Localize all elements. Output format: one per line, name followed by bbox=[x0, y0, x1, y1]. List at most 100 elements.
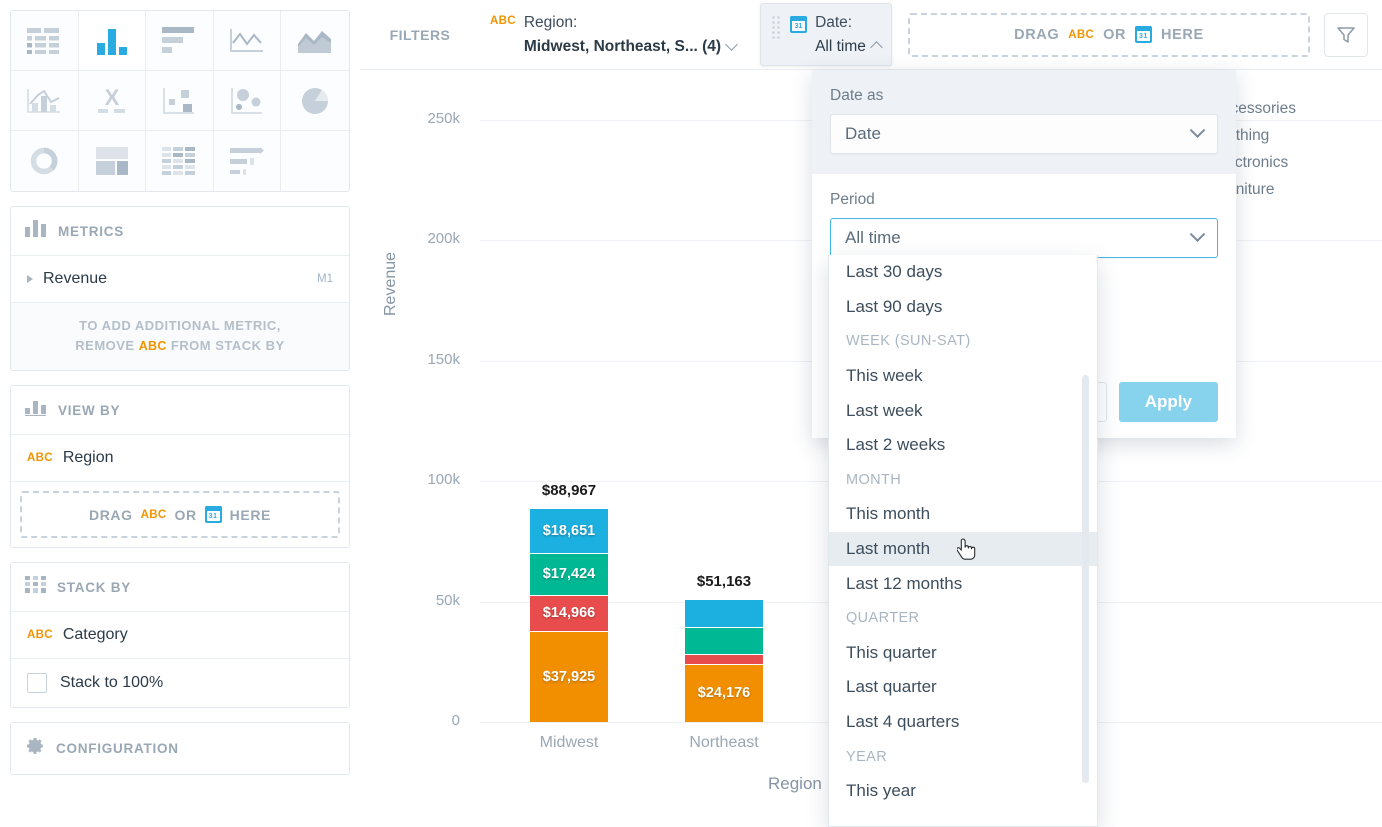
date-as-section: Date as Date bbox=[812, 70, 1236, 174]
date-filter-value: All time bbox=[815, 38, 866, 55]
metrics-hint-remove: REMOVE bbox=[75, 338, 134, 353]
chevron-right-icon[interactable] bbox=[27, 275, 33, 283]
period-option[interactable]: This quarter bbox=[829, 636, 1097, 671]
bar-segment[interactable]: $37,925 bbox=[530, 631, 608, 722]
period-option[interactable]: This year bbox=[829, 774, 1097, 809]
area-chart-icon[interactable] bbox=[281, 11, 349, 71]
y-axis-tick: 0 bbox=[390, 712, 460, 729]
metric-item-revenue[interactable]: Revenue M1 bbox=[11, 256, 349, 303]
filters-toolbar: FILTERS ABC Region: Midwest, Northeast, … bbox=[360, 0, 1382, 70]
bubble-chart-icon[interactable] bbox=[214, 71, 282, 131]
bar-segment[interactable]: $18,651 bbox=[530, 508, 608, 553]
configuration-header[interactable]: CONFIGURATION bbox=[11, 723, 349, 774]
x-axis-category: Midwest bbox=[499, 734, 639, 752]
empty-slot bbox=[281, 131, 349, 191]
drag-handle-icon[interactable] bbox=[771, 15, 782, 41]
chevron-up-icon[interactable] bbox=[870, 41, 883, 54]
apply-button[interactable]: Apply bbox=[1119, 382, 1218, 422]
bar-segment[interactable]: $24,176 bbox=[685, 664, 763, 722]
option-group-header: QUARTER bbox=[829, 601, 1097, 636]
period-option[interactable]: This month bbox=[829, 497, 1097, 532]
bar-group[interactable]: $51,163$24,176 bbox=[685, 599, 763, 722]
bar-total-label: $88,967 bbox=[530, 482, 608, 499]
abc-tag-icon: ABC bbox=[1068, 29, 1094, 41]
line-chart-icon[interactable] bbox=[214, 11, 282, 71]
period-option[interactable]: This week bbox=[829, 359, 1097, 394]
date-filter-name: Date: bbox=[815, 14, 852, 31]
gear-icon bbox=[25, 736, 45, 761]
view-by-label: Region bbox=[63, 449, 114, 467]
column-chart-icon[interactable] bbox=[79, 11, 147, 71]
bar-segment[interactable] bbox=[685, 627, 763, 654]
stack-by-item-category[interactable]: ABC Category bbox=[11, 612, 349, 659]
drop-drag-text: DRAG bbox=[89, 507, 133, 523]
stack-to-100-label: Stack to 100% bbox=[60, 674, 163, 692]
table-chart-icon[interactable] bbox=[11, 11, 79, 71]
view-by-drop-zone[interactable]: DRAG ABC OR HERE bbox=[20, 491, 340, 538]
bar-group[interactable]: $88,967$18,651$17,424$14,966$37,925 bbox=[530, 508, 608, 722]
svg-text:X: X bbox=[105, 87, 120, 110]
scatter-x-chart-icon[interactable]: X bbox=[79, 71, 147, 131]
date-as-select[interactable]: Date bbox=[830, 114, 1218, 154]
treemap-chart-icon[interactable] bbox=[79, 131, 147, 191]
bar-segment[interactable]: $17,424 bbox=[530, 553, 608, 595]
drop-or-text: OR bbox=[1103, 27, 1126, 43]
date-filter-chip[interactable]: Date: All time bbox=[760, 3, 892, 66]
region-filter-chip[interactable]: ABC Region: Midwest, Northeast, S... (4) bbox=[480, 4, 746, 65]
drop-or-text: OR bbox=[174, 507, 196, 523]
stack-to-100-row[interactable]: Stack to 100% bbox=[11, 659, 349, 707]
donut-chart-icon[interactable] bbox=[11, 131, 79, 191]
period-select[interactable]: All time bbox=[830, 218, 1218, 258]
bar-total-label: $51,163 bbox=[685, 573, 763, 590]
abc-tag-icon: ABC bbox=[27, 452, 53, 464]
bar-segment[interactable] bbox=[685, 654, 763, 663]
metrics-panel: METRICS Revenue M1 TO ADD ADDITIONAL MET… bbox=[10, 206, 350, 371]
period-option[interactable]: Last 12 months bbox=[829, 566, 1097, 601]
view-by-item-region[interactable]: ABC Region bbox=[11, 435, 349, 482]
filter-funnel-button[interactable] bbox=[1324, 13, 1368, 57]
chevron-down-icon bbox=[1190, 122, 1206, 138]
stack-by-title: STACK BY bbox=[57, 580, 131, 595]
period-option[interactable]: Last quarter bbox=[829, 670, 1097, 705]
funnel-list-icon[interactable] bbox=[214, 131, 282, 191]
metrics-hint-line1: TO ADD ADDITIONAL METRIC, bbox=[79, 318, 281, 333]
period-options-list[interactable]: Last 30 daysLast 90 daysWEEK (SUN-SAT)Th… bbox=[828, 255, 1098, 827]
toolbar-drop-zone[interactable]: DRAG ABC OR HERE bbox=[908, 13, 1310, 57]
metrics-hint: TO ADD ADDITIONAL METRIC, REMOVE ABC FRO… bbox=[11, 303, 349, 370]
stack-to-100-checkbox[interactable] bbox=[27, 673, 47, 693]
chevron-down-icon[interactable] bbox=[725, 38, 738, 51]
calendar-icon bbox=[205, 506, 222, 523]
pivot-table-icon[interactable] bbox=[146, 131, 214, 191]
bar-segment-label: $17,424 bbox=[543, 566, 595, 582]
option-group-header: MONTH bbox=[829, 463, 1097, 498]
period-option[interactable]: Last 30 days bbox=[829, 255, 1097, 290]
bar-segment[interactable]: $14,966 bbox=[530, 595, 608, 631]
period-option[interactable]: Last 90 days bbox=[829, 290, 1097, 325]
region-filter-value: Midwest, Northeast, S... (4) bbox=[524, 38, 721, 55]
period-option[interactable]: Last 4 quarters bbox=[829, 705, 1097, 740]
filters-label: FILTERS bbox=[360, 27, 480, 43]
abc-tag-icon: ABC bbox=[27, 629, 53, 641]
funnel-icon bbox=[1335, 24, 1357, 46]
drop-here-text: HERE bbox=[1161, 27, 1204, 43]
period-option[interactable]: Last month bbox=[829, 532, 1097, 567]
chart-type-grid[interactable]: X bbox=[10, 10, 350, 192]
y-axis-tick: 150k bbox=[390, 351, 460, 368]
y-axis-tick: 200k bbox=[390, 230, 460, 247]
bar-chart-icon[interactable] bbox=[146, 11, 214, 71]
option-group-header: YEAR bbox=[829, 739, 1097, 774]
stack-by-label: Category bbox=[63, 626, 128, 644]
period-option[interactable]: Last 2 weeks bbox=[829, 428, 1097, 463]
options-scrollbar[interactable] bbox=[1082, 375, 1089, 783]
date-as-value: Date bbox=[845, 124, 881, 144]
period-option[interactable]: Last week bbox=[829, 393, 1097, 428]
combo-chart-icon[interactable] bbox=[11, 71, 79, 131]
abc-tag-icon: ABC bbox=[490, 15, 516, 27]
bubble-square-chart-icon[interactable] bbox=[146, 71, 214, 131]
pie-chart-icon[interactable] bbox=[281, 71, 349, 131]
metric-label: Revenue bbox=[43, 270, 107, 288]
configuration-panel[interactable]: CONFIGURATION bbox=[10, 722, 350, 775]
view-by-icon bbox=[25, 399, 47, 421]
stack-by-icon bbox=[25, 576, 46, 598]
bar-segment[interactable] bbox=[685, 599, 763, 628]
